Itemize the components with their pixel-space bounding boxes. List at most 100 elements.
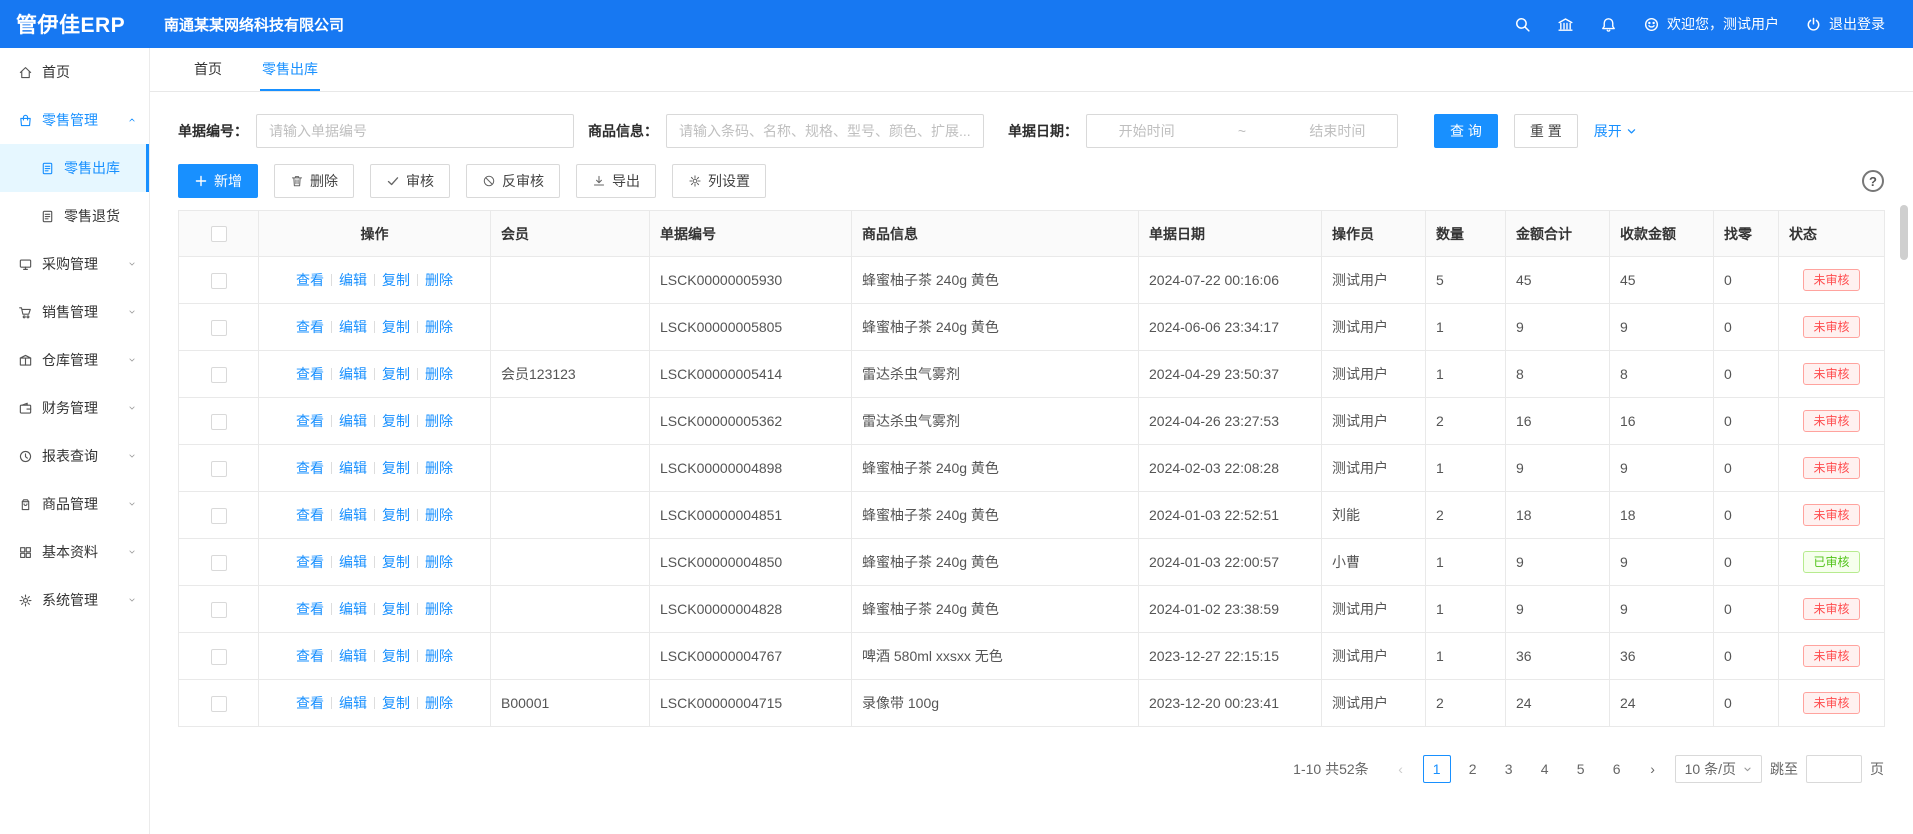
copy-link[interactable]: 复制 (382, 460, 410, 476)
sidebar-item-basic[interactable]: 基本资料 (0, 528, 149, 576)
search-icon[interactable] (1514, 16, 1531, 33)
chevron-up-icon (127, 115, 137, 125)
delete-link[interactable]: 删除 (425, 413, 453, 429)
sidebar-item-goods[interactable]: 商品管理 (0, 480, 149, 528)
view-link[interactable]: 查看 (296, 554, 324, 570)
copy-link[interactable]: 复制 (382, 319, 410, 335)
delete-link[interactable]: 删除 (425, 272, 453, 288)
edit-link[interactable]: 编辑 (339, 319, 367, 335)
row-checkbox[interactable] (211, 602, 227, 618)
tab-home[interactable]: 首页 (192, 48, 224, 91)
bill-no-input[interactable] (256, 114, 574, 148)
sidebar-item-retail[interactable]: 零售管理 (0, 96, 149, 144)
prev-page-button[interactable]: ‹ (1387, 755, 1415, 783)
view-link[interactable]: 查看 (296, 366, 324, 382)
tab-retail-outbound[interactable]: 零售出库 (260, 48, 320, 91)
help-icon[interactable]: ? (1862, 170, 1884, 192)
sidebar-item-report[interactable]: 报表查询 (0, 432, 149, 480)
page-button-6[interactable]: 6 (1603, 755, 1631, 783)
page-button-3[interactable]: 3 (1495, 755, 1523, 783)
sidebar-item-warehouse[interactable]: 仓库管理 (0, 336, 149, 384)
row-checkbox[interactable] (211, 461, 227, 477)
view-link[interactable]: 查看 (296, 319, 324, 335)
delete-link[interactable]: 删除 (425, 366, 453, 382)
view-link[interactable]: 查看 (296, 601, 324, 617)
export-button[interactable]: 导出 (576, 164, 656, 198)
row-checkbox[interactable] (211, 508, 227, 524)
edit-link[interactable]: 编辑 (339, 366, 367, 382)
view-link[interactable]: 查看 (296, 695, 324, 711)
row-checkbox[interactable] (211, 320, 227, 336)
copy-link[interactable]: 复制 (382, 601, 410, 617)
unaudit-button[interactable]: 反审核 (466, 164, 560, 198)
page-button-1[interactable]: 1 (1423, 755, 1451, 783)
page-button-4[interactable]: 4 (1531, 755, 1559, 783)
view-link[interactable]: 查看 (296, 648, 324, 664)
sidebar-item-finance[interactable]: 财务管理 (0, 384, 149, 432)
row-checkbox[interactable] (211, 696, 227, 712)
jump-input[interactable] (1806, 755, 1862, 783)
row-checkbox[interactable] (211, 367, 227, 383)
view-link[interactable]: 查看 (296, 413, 324, 429)
logout-button[interactable]: 退出登录 (1805, 14, 1885, 34)
edit-link[interactable]: 编辑 (339, 648, 367, 664)
edit-link[interactable]: 编辑 (339, 460, 367, 476)
check-icon (386, 174, 400, 188)
user-welcome[interactable]: 欢迎您，测试用户 (1643, 14, 1779, 34)
bank-icon[interactable] (1557, 16, 1574, 33)
edit-link[interactable]: 编辑 (339, 695, 367, 711)
edit-link[interactable]: 编辑 (339, 601, 367, 617)
view-link[interactable]: 查看 (296, 272, 324, 288)
copy-link[interactable]: 复制 (382, 413, 410, 429)
sidebar-item-system[interactable]: 系统管理 (0, 576, 149, 624)
page-button-5[interactable]: 5 (1567, 755, 1595, 783)
row-checkbox[interactable] (211, 273, 227, 289)
sidebar-item-home[interactable]: 首页 (0, 48, 149, 96)
copy-link[interactable]: 复制 (382, 272, 410, 288)
page-size-select[interactable]: 10 条/页 (1675, 755, 1762, 783)
edit-link[interactable]: 编辑 (339, 413, 367, 429)
copy-link[interactable]: 复制 (382, 648, 410, 664)
sidebar-item-retail-outbound[interactable]: 零售出库 (0, 144, 149, 192)
view-link[interactable]: 查看 (296, 507, 324, 523)
delete-link[interactable]: 删除 (425, 507, 453, 523)
select-all-checkbox[interactable] (211, 226, 227, 242)
product-info-input[interactable] (666, 114, 984, 148)
sidebar-item-retail-return[interactable]: 零售退货 (0, 192, 149, 240)
copy-link[interactable]: 复制 (382, 507, 410, 523)
page-button-2[interactable]: 2 (1459, 755, 1487, 783)
copy-link[interactable]: 复制 (382, 554, 410, 570)
next-page-button[interactable]: › (1639, 755, 1667, 783)
audit-button[interactable]: 审核 (370, 164, 450, 198)
delete-link[interactable]: 删除 (425, 695, 453, 711)
delete-link[interactable]: 删除 (425, 648, 453, 664)
delete-link[interactable]: 删除 (425, 601, 453, 617)
copy-link[interactable]: 复制 (382, 695, 410, 711)
sidebar-item-purchase[interactable]: 采购管理 (0, 240, 149, 288)
copy-link[interactable]: 复制 (382, 366, 410, 382)
edit-link[interactable]: 编辑 (339, 554, 367, 570)
add-button[interactable]: 新增 (178, 164, 258, 198)
delete-link[interactable]: 删除 (425, 554, 453, 570)
delete-button[interactable]: 删除 (274, 164, 354, 198)
view-link[interactable]: 查看 (296, 460, 324, 476)
qty-cell: 1 (1426, 586, 1506, 633)
edit-link[interactable]: 编辑 (339, 507, 367, 523)
delete-link[interactable]: 删除 (425, 319, 453, 335)
row-checkbox[interactable] (211, 555, 227, 571)
row-checkbox[interactable] (211, 414, 227, 430)
sidebar-item-label: 零售出库 (64, 158, 120, 178)
date-range-picker[interactable]: 开始时间 ~ 结束时间 (1086, 114, 1398, 148)
row-checkbox[interactable] (211, 649, 227, 665)
expand-link[interactable]: 展开 (1594, 121, 1637, 141)
app-logo[interactable]: 管伊佳ERP (0, 9, 150, 39)
bill-date-cell: 2024-07-22 00:16:06 (1139, 257, 1322, 304)
search-button[interactable]: 查 询 (1434, 114, 1498, 148)
sidebar-item-sales[interactable]: 销售管理 (0, 288, 149, 336)
bell-icon[interactable] (1600, 16, 1617, 33)
delete-link[interactable]: 删除 (425, 460, 453, 476)
edit-link[interactable]: 编辑 (339, 272, 367, 288)
column-settings-button[interactable]: 列设置 (672, 164, 766, 198)
reset-button[interactable]: 重 置 (1514, 114, 1578, 148)
vertical-scrollbar-thumb[interactable] (1900, 205, 1908, 260)
